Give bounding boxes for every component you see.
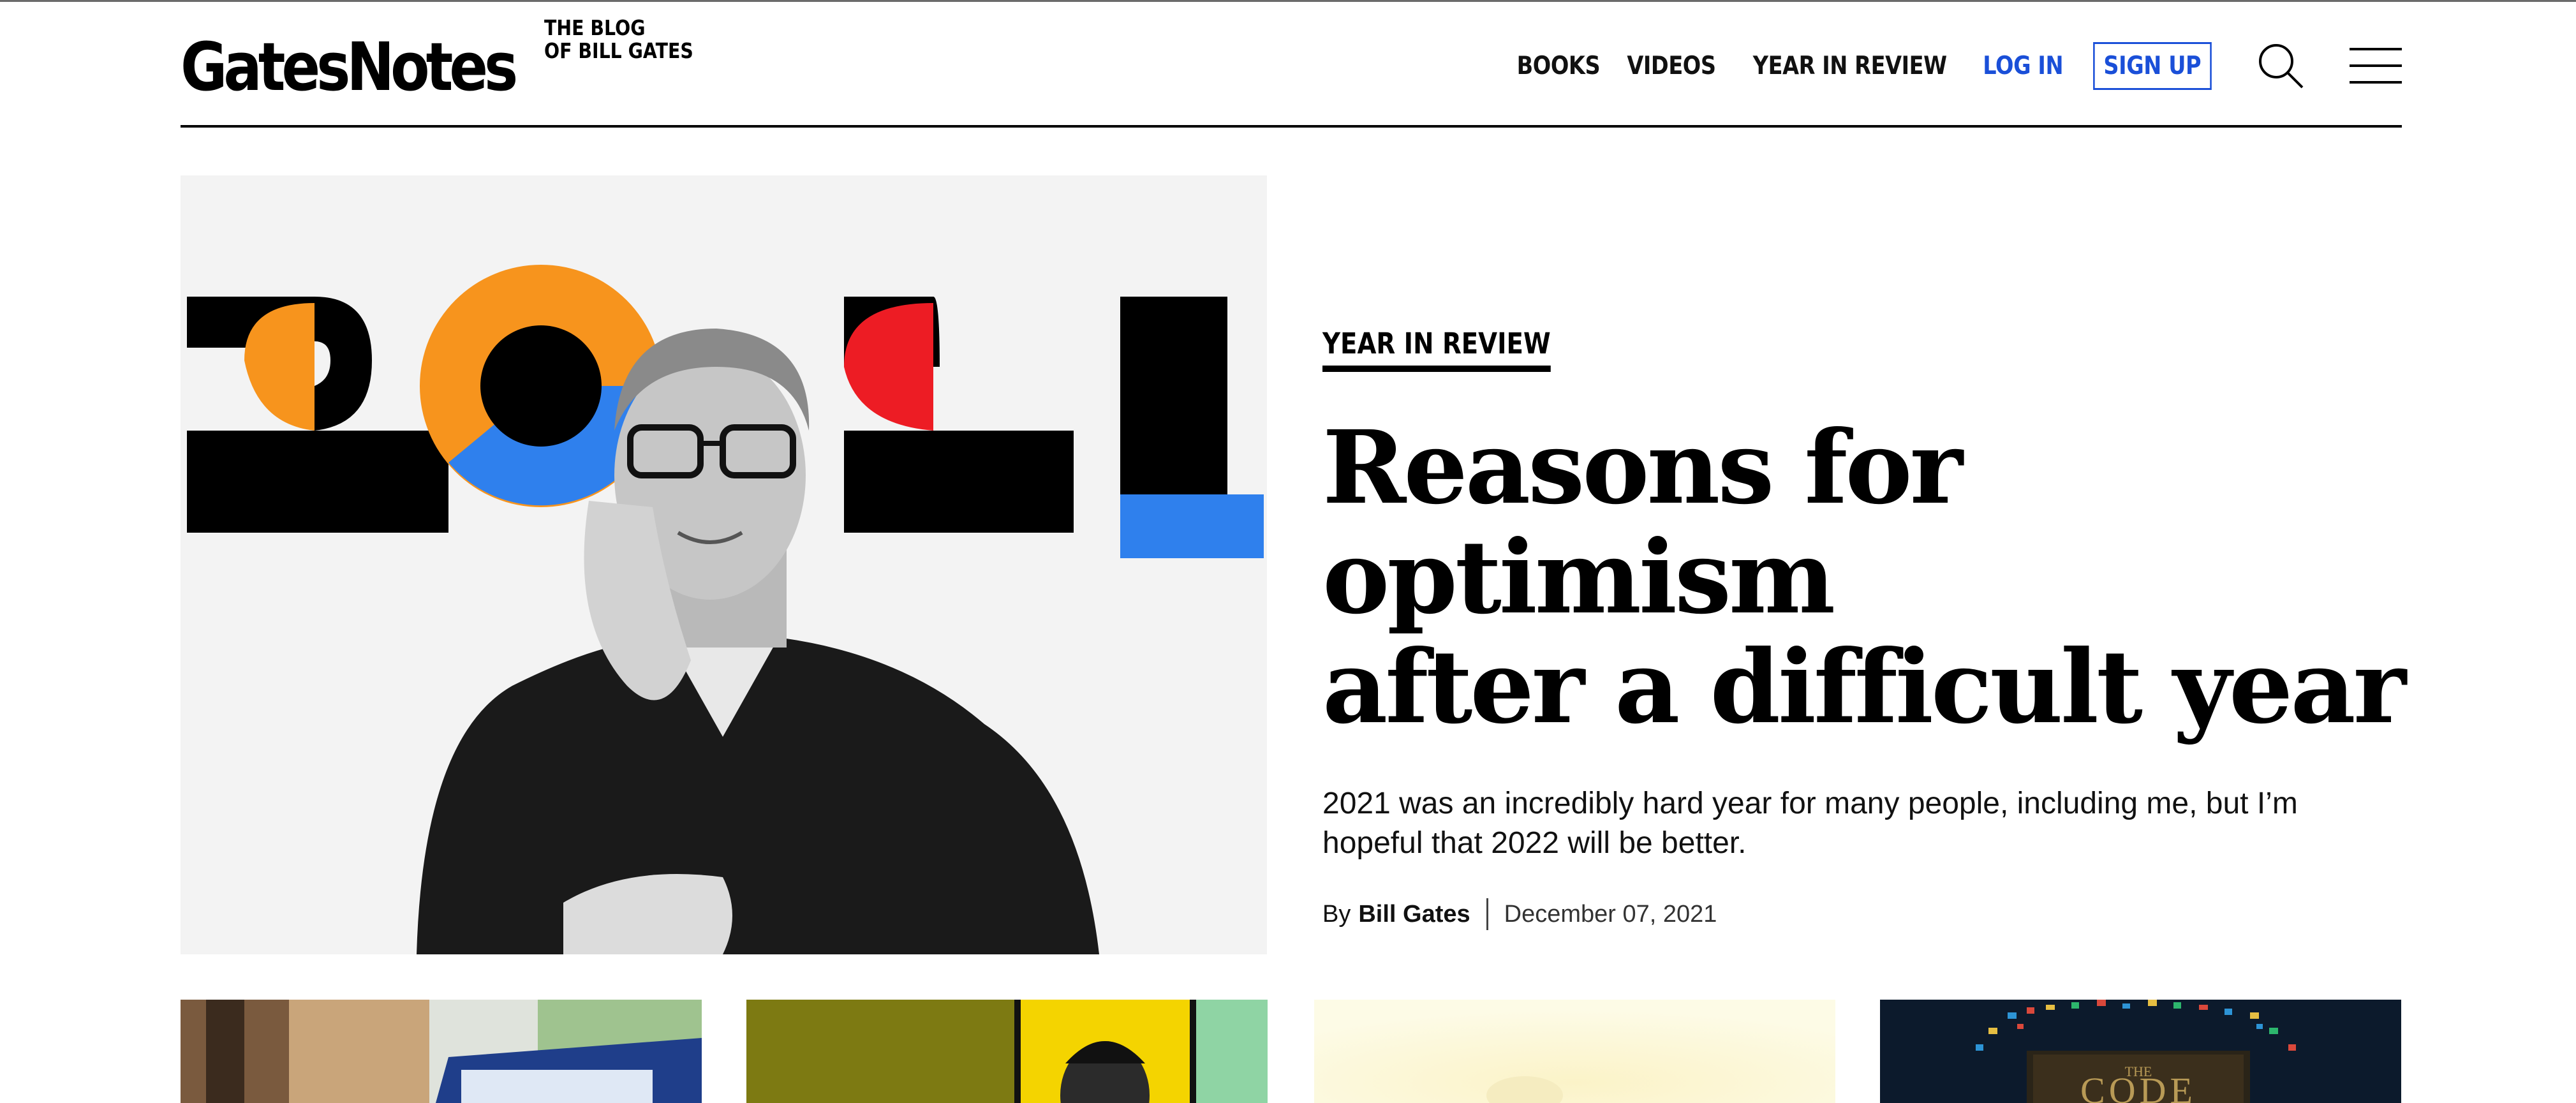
nav-videos[interactable]: VIDEOS — [1627, 52, 1716, 80]
logo-wordmark[interactable]: GatesNotes — [181, 34, 518, 100]
tagline-line-2: OF BILL GATES — [544, 38, 693, 63]
summary-line-1: 2021 was an incredibly hard year for man… — [1322, 787, 2298, 820]
publish-date: December 07, 2021 — [1504, 900, 1717, 928]
headline-line-2[interactable]: after a difficult year — [1322, 628, 2406, 746]
main-nav: BOOKS VIDEOS YEAR IN REVIEW LOG IN SIGN … — [1510, 34, 2402, 98]
article-category[interactable]: YEAR IN REVIEW — [1322, 327, 1551, 372]
site-header: GatesNotes THE BLOG OF BILL GATES BOOKS … — [181, 2, 2402, 128]
summary-line-2: hopeful that 2022 will be better. — [1322, 826, 1747, 860]
card-2-image[interactable] — [746, 1000, 1268, 1103]
signup-button[interactable]: SIGN UP — [2093, 41, 2212, 90]
nav-books[interactable]: BOOKS — [1516, 52, 1600, 80]
search-icon[interactable] — [2256, 41, 2305, 90]
hero-image[interactable] — [181, 175, 1267, 954]
card-1-image[interactable] — [181, 1000, 702, 1103]
login-link[interactable]: LOG IN — [1983, 52, 2063, 80]
logo[interactable]: GatesNotes — [181, 34, 568, 100]
hero-article: YEAR IN REVIEW Reasons for optimism afte… — [1322, 327, 2420, 930]
header-divider — [181, 125, 2402, 128]
byline-divider — [1486, 898, 1488, 930]
byline-prefix: By — [1322, 900, 1351, 928]
article-headline[interactable]: Reasons for optimism after a difficult y… — [1322, 413, 2420, 743]
card-3-image[interactable] — [1314, 1000, 1835, 1103]
logo-tagline: THE BLOG OF BILL GATES — [544, 17, 693, 63]
article-summary: 2021 was an incredibly hard year for man… — [1322, 784, 2420, 863]
author-name[interactable]: Bill Gates — [1358, 901, 1470, 928]
headline-line-1[interactable]: Reasons for optimism — [1322, 409, 1963, 637]
menu-icon[interactable] — [2350, 47, 2402, 85]
book-cover-title-large: CODE — [2080, 1070, 2196, 1103]
nav-year-in-review[interactable]: YEAR IN REVIEW — [1752, 52, 1946, 80]
tagline-line-1: THE BLOG — [544, 15, 646, 40]
byline: By Bill Gates December 07, 2021 — [1322, 898, 2420, 930]
card-4-image[interactable]: THE CODE — [1880, 1000, 2401, 1103]
